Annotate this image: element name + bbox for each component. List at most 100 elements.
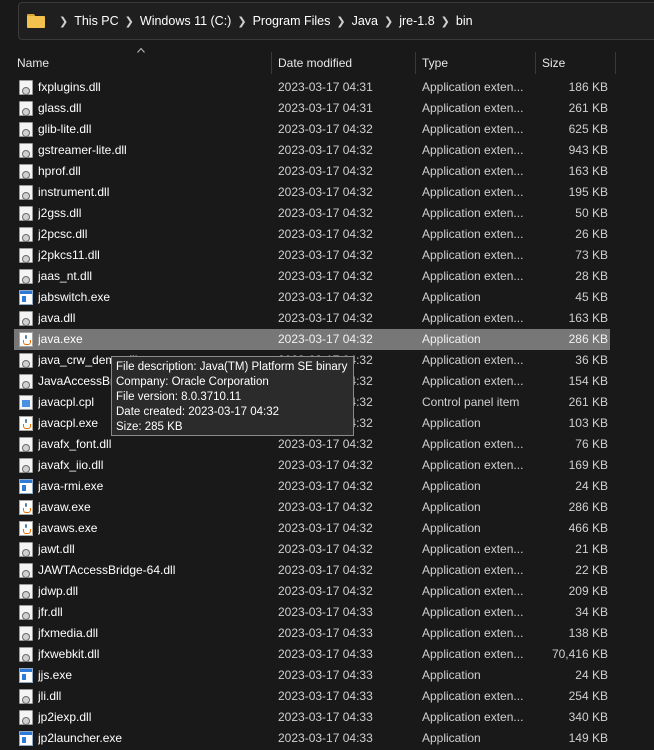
chevron-right-icon[interactable]: ❯ (441, 15, 450, 28)
column-header-size[interactable]: Size (542, 50, 612, 76)
column-header: Name Date modified Type Size (0, 47, 654, 76)
file-type: Application exten... (422, 122, 524, 136)
file-type: Application exten... (422, 248, 524, 262)
file-row[interactable]: j2pkcs11.dll 2023-03-17 04:32 Application … (0, 245, 654, 266)
file-type: Application exten... (422, 80, 524, 94)
file-row[interactable]: jfxmedia.dll 2023-03-17 04:33 Application … (0, 623, 654, 644)
file-date-modified: 2023-03-17 04:33 (278, 668, 373, 682)
file-type: Application exten... (422, 143, 524, 157)
file-name: jfxmedia.dll (38, 626, 99, 640)
file-type: Application exten... (422, 605, 524, 619)
file-row[interactable]: jaas_nt.dll 2023-03-17 04:32 Application e… (0, 266, 654, 287)
dll-file-icon (19, 647, 33, 662)
column-header-date[interactable]: Date modified (278, 50, 408, 76)
file-name: javaws.exe (38, 521, 98, 535)
exe-file-icon (19, 479, 33, 494)
breadcrumb-program-files[interactable]: Program Files (253, 14, 331, 28)
chevron-right-icon[interactable]: ❯ (125, 15, 134, 28)
file-row[interactable]: instrument.dll 2023-03-17 04:32 Applicatio… (0, 182, 654, 203)
file-row[interactable]: jfxwebkit.dll 2023-03-17 04:33 Application… (0, 644, 654, 665)
file-name: gstreamer-lite.dll (38, 143, 127, 157)
file-row[interactable]: j2gss.dll 2023-03-17 04:32 Application ext… (0, 203, 654, 224)
java-file-icon (19, 521, 33, 536)
file-row[interactable]: glass.dll 2023-03-17 04:31 Application ext… (0, 98, 654, 119)
file-name: jaas_nt.dll (38, 269, 93, 283)
file-size: 22 KB (575, 563, 608, 577)
file-date-modified: 2023-03-17 04:33 (278, 647, 373, 661)
file-type: Application (422, 731, 481, 745)
file-size: 261 KB (568, 101, 608, 115)
file-date-modified: 2023-03-17 04:32 (278, 437, 373, 451)
column-divider[interactable] (615, 52, 616, 74)
file-size: 24 KB (575, 668, 608, 682)
file-type: Application exten... (422, 563, 524, 577)
file-row[interactable]: jli.dll 2023-03-17 04:33 Application exten… (0, 686, 654, 707)
file-row[interactable]: gstreamer-lite.dll 2023-03-17 04:32 Applic… (0, 140, 654, 161)
file-size: 169 KB (568, 458, 608, 472)
file-row[interactable]: jjs.exe 2023-03-17 04:33 Application 24 KB (0, 665, 654, 686)
file-row[interactable]: javafx_iio.dll 2023-03-17 04:32 Applicatio… (0, 455, 654, 476)
column-divider[interactable] (271, 52, 272, 74)
file-row[interactable]: javaws.exe 2023-03-17 04:32 Application 466… (0, 518, 654, 539)
file-date-modified: 2023-03-17 04:32 (278, 269, 373, 283)
dll-file-icon (19, 185, 33, 200)
file-name: jfr.dll (38, 605, 63, 619)
file-row[interactable]: jfr.dll 2023-03-17 04:33 Application exten… (0, 602, 654, 623)
file-date-modified: 2023-03-17 04:32 (278, 521, 373, 535)
file-type: Application exten... (422, 437, 524, 451)
file-row[interactable]: java.exe 2023-03-17 04:32 Application 286 K… (0, 329, 654, 350)
file-size: 138 KB (568, 626, 608, 640)
chevron-right-icon[interactable]: ❯ (237, 15, 246, 28)
column-divider[interactable] (415, 52, 416, 74)
dll-file-icon (19, 626, 33, 641)
file-row[interactable]: j2pcsc.dll 2023-03-17 04:32 Application ex… (0, 224, 654, 245)
file-row[interactable]: jabswitch.exe 2023-03-17 04:32 Application… (0, 287, 654, 308)
file-date-modified: 2023-03-17 04:32 (278, 185, 373, 199)
file-row[interactable]: jp2iexp.dll 2023-03-17 04:33 Application e… (0, 707, 654, 728)
file-size: 195 KB (568, 185, 608, 199)
file-date-modified: 2023-03-17 04:32 (278, 248, 373, 262)
folder-icon (27, 14, 45, 28)
column-divider[interactable] (535, 52, 536, 74)
file-type: Application exten... (422, 689, 524, 703)
file-name: jp2launcher.exe (38, 731, 123, 745)
column-header-name[interactable]: Name (17, 50, 267, 76)
breadcrumb-java[interactable]: Java (352, 14, 378, 28)
breadcrumb-this-pc[interactable]: This PC (74, 14, 118, 28)
chevron-right-icon[interactable]: ❯ (59, 15, 68, 28)
dll-file-icon (19, 80, 33, 95)
file-row[interactable]: JAWTAccessBridge-64.dll 2023-03-17 04:32 A… (0, 560, 654, 581)
file-row[interactable]: glib-lite.dll 2023-03-17 04:32 Application… (0, 119, 654, 140)
breadcrumb-bin[interactable]: bin (456, 14, 473, 28)
file-row[interactable]: javaw.exe 2023-03-17 04:32 Application 286 … (0, 497, 654, 518)
file-row[interactable]: jdwp.dll 2023-03-17 04:32 Application exte… (0, 581, 654, 602)
java-file-icon (19, 416, 33, 431)
chevron-right-icon[interactable]: ❯ (384, 15, 393, 28)
file-name: hprof.dll (38, 164, 81, 178)
file-name: java-rmi.exe (38, 479, 104, 493)
file-type: Application exten... (422, 206, 524, 220)
breadcrumb-drive[interactable]: Windows 11 (C:) (140, 14, 231, 28)
breadcrumb-jre[interactable]: jre-1.8 (399, 14, 434, 28)
file-row[interactable]: jawt.dll 2023-03-17 04:32 Application exte… (0, 539, 654, 560)
file-date-modified: 2023-03-17 04:32 (278, 479, 373, 493)
exe-file-icon (19, 668, 33, 683)
dll-file-icon (19, 227, 33, 242)
dll-file-icon (19, 164, 33, 179)
file-name: javafx_iio.dll (38, 458, 104, 472)
file-row[interactable]: java-rmi.exe 2023-03-17 04:32 Application 2… (0, 476, 654, 497)
file-row[interactable]: hprof.dll 2023-03-17 04:32 Application ext… (0, 161, 654, 182)
address-bar[interactable]: ❯ This PC ❯ Windows 11 (C:) ❯ Program Fi… (18, 2, 654, 40)
file-size: 76 KB (575, 437, 608, 451)
file-row[interactable]: java.dll 2023-03-17 04:32 Application exte… (0, 308, 654, 329)
file-size: 50 KB (575, 206, 608, 220)
dll-file-icon (19, 269, 33, 284)
file-row[interactable]: fxplugins.dll 2023-03-17 04:31 Application… (0, 77, 654, 98)
chevron-right-icon[interactable]: ❯ (336, 15, 345, 28)
file-row[interactable]: javafx_font.dll 2023-03-17 04:32 Applicati… (0, 434, 654, 455)
file-name: jabswitch.exe (38, 290, 111, 304)
file-row[interactable]: jp2launcher.exe 2023-03-17 04:33 Applicati… (0, 728, 654, 749)
column-header-type[interactable]: Type (422, 50, 532, 76)
file-name: instrument.dll (38, 185, 110, 199)
file-date-modified: 2023-03-17 04:32 (278, 584, 373, 598)
